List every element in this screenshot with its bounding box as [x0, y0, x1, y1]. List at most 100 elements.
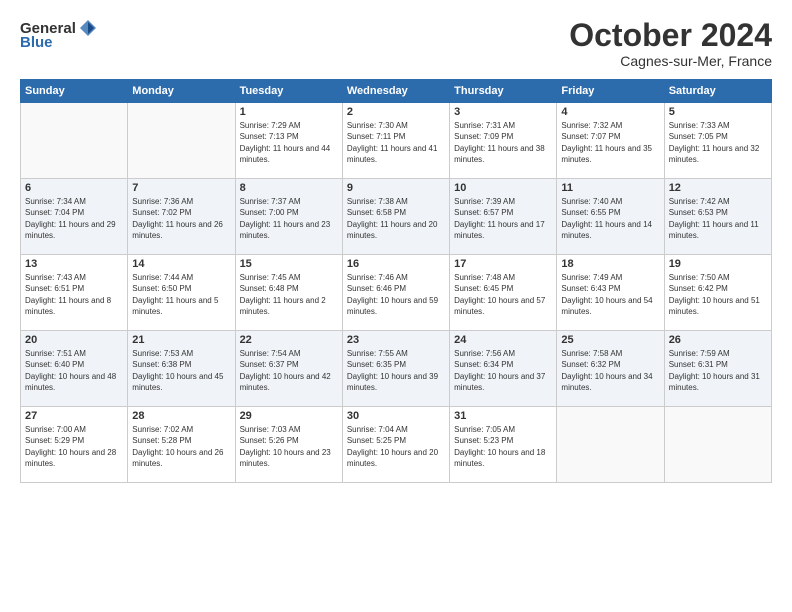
cell-content: Sunrise: 7:50 AMSunset: 6:42 PMDaylight:… — [669, 272, 767, 317]
day-number: 19 — [669, 258, 767, 270]
day-number: 29 — [240, 410, 338, 422]
calendar-cell: 17 Sunrise: 7:48 AMSunset: 6:45 PMDayligh… — [450, 255, 557, 331]
cell-content: Sunrise: 7:45 AMSunset: 6:48 PMDaylight:… — [240, 272, 338, 317]
day-number: 13 — [25, 258, 123, 270]
cell-content: Sunrise: 7:05 AMSunset: 5:23 PMDaylight:… — [454, 424, 552, 469]
calendar-cell: 24 Sunrise: 7:56 AMSunset: 6:34 PMDayligh… — [450, 331, 557, 407]
calendar-cell: 27 Sunrise: 7:00 AMSunset: 5:29 PMDayligh… — [21, 407, 128, 483]
cell-content: Sunrise: 7:31 AMSunset: 7:09 PMDaylight:… — [454, 120, 552, 165]
weekday-header-thursday: Thursday — [450, 80, 557, 103]
calendar-cell: 18Sunrise: 7:49 AMSunset: 6:43 PMDayligh… — [557, 255, 664, 331]
calendar-cell: 22 Sunrise: 7:54 AMSunset: 6:37 PMDayligh… — [235, 331, 342, 407]
cell-content: Sunrise: 7:48 AMSunset: 6:45 PMDaylight:… — [454, 272, 552, 317]
cell-content: Sunrise: 7:42 AMSunset: 6:53 PMDaylight:… — [669, 196, 767, 241]
calendar-cell — [21, 103, 128, 179]
calendar-cell: 13 Sunrise: 7:43 AMSunset: 6:51 PMDayligh… — [21, 255, 128, 331]
calendar-cell: 14Sunrise: 7:44 AMSunset: 6:50 PMDayligh… — [128, 255, 235, 331]
week-row-1: 1 Sunrise: 7:29 AMSunset: 7:13 PMDaylight… — [21, 103, 772, 179]
calendar-cell: 25 Sunrise: 7:58 AMSunset: 6:32 PMDayligh… — [557, 331, 664, 407]
calendar-cell: 16Sunrise: 7:46 AMSunset: 6:46 PMDayligh… — [342, 255, 449, 331]
day-number: 12 — [669, 182, 767, 194]
weekday-header-wednesday: Wednesday — [342, 80, 449, 103]
day-number: 26 — [669, 334, 767, 346]
day-number: 1 — [240, 106, 338, 118]
day-number: 10 — [454, 182, 552, 194]
calendar-table: SundayMondayTuesdayWednesdayThursdayFrid… — [20, 79, 772, 483]
cell-content: Sunrise: 7:44 AMSunset: 6:50 PMDaylight:… — [132, 272, 230, 317]
day-number: 5 — [669, 106, 767, 118]
logo: General Blue — [20, 18, 98, 51]
cell-content: Sunrise: 7:36 AMSunset: 7:02 PMDaylight:… — [132, 196, 230, 241]
cell-content: Sunrise: 7:49 AMSunset: 6:43 PMDaylight:… — [561, 272, 659, 317]
calendar-cell: 4Sunrise: 7:32 AMSunset: 7:07 PMDaylight… — [557, 103, 664, 179]
cell-content: Sunrise: 7:29 AMSunset: 7:13 PMDaylight:… — [240, 120, 338, 165]
calendar-cell: 12 Sunrise: 7:42 AMSunset: 6:53 PMDayligh… — [664, 179, 771, 255]
day-number: 7 — [132, 182, 230, 194]
cell-content: Sunrise: 7:51 AMSunset: 6:40 PMDaylight:… — [25, 348, 123, 393]
week-row-3: 13 Sunrise: 7:43 AMSunset: 6:51 PMDayligh… — [21, 255, 772, 331]
day-number: 3 — [454, 106, 552, 118]
cell-content: Sunrise: 7:58 AMSunset: 6:32 PMDaylight:… — [561, 348, 659, 393]
cell-content: Sunrise: 7:32 AMSunset: 7:07 PMDaylight:… — [561, 120, 659, 165]
day-number: 22 — [240, 334, 338, 346]
calendar-cell — [128, 103, 235, 179]
calendar-cell: 21 Sunrise: 7:53 AMSunset: 6:38 PMDayligh… — [128, 331, 235, 407]
calendar-cell: 2 Sunrise: 7:30 AMSunset: 7:11 PMDaylight… — [342, 103, 449, 179]
weekday-header-monday: Monday — [128, 80, 235, 103]
calendar-subtitle: Cagnes-sur-Mer, France — [569, 53, 772, 69]
cell-content: Sunrise: 7:34 AMSunset: 7:04 PMDaylight:… — [25, 196, 123, 241]
day-number: 8 — [240, 182, 338, 194]
calendar-cell: 19 Sunrise: 7:50 AMSunset: 6:42 PMDayligh… — [664, 255, 771, 331]
day-number: 11 — [561, 182, 659, 194]
calendar-cell: 20Sunrise: 7:51 AMSunset: 6:40 PMDayligh… — [21, 331, 128, 407]
calendar-cell: 9Sunrise: 7:38 AMSunset: 6:58 PMDaylight… — [342, 179, 449, 255]
calendar-cell: 5 Sunrise: 7:33 AMSunset: 7:05 PMDaylight… — [664, 103, 771, 179]
day-number: 17 — [454, 258, 552, 270]
calendar-cell: 15 Sunrise: 7:45 AMSunset: 6:48 PMDayligh… — [235, 255, 342, 331]
calendar-cell: 11 Sunrise: 7:40 AMSunset: 6:55 PMDayligh… — [557, 179, 664, 255]
weekday-header-row: SundayMondayTuesdayWednesdayThursdayFrid… — [21, 80, 772, 103]
calendar-cell: 29 Sunrise: 7:03 AMSunset: 5:26 PMDayligh… — [235, 407, 342, 483]
day-number: 2 — [347, 106, 445, 118]
cell-content: Sunrise: 7:46 AMSunset: 6:46 PMDaylight:… — [347, 272, 445, 317]
cell-content: Sunrise: 7:39 AMSunset: 6:57 PMDaylight:… — [454, 196, 552, 241]
weekday-header-tuesday: Tuesday — [235, 80, 342, 103]
cell-content: Sunrise: 7:38 AMSunset: 6:58 PMDaylight:… — [347, 196, 445, 241]
calendar-cell: 6 Sunrise: 7:34 AMSunset: 7:04 PMDaylight… — [21, 179, 128, 255]
calendar-cell: 23 Sunrise: 7:55 AMSunset: 6:35 PMDayligh… — [342, 331, 449, 407]
cell-content: Sunrise: 7:43 AMSunset: 6:51 PMDaylight:… — [25, 272, 123, 317]
day-number: 24 — [454, 334, 552, 346]
cell-content: Sunrise: 7:02 AMSunset: 5:28 PMDaylight:… — [132, 424, 230, 469]
cell-content: Sunrise: 7:56 AMSunset: 6:34 PMDaylight:… — [454, 348, 552, 393]
cell-content: Sunrise: 7:54 AMSunset: 6:37 PMDaylight:… — [240, 348, 338, 393]
day-number: 27 — [25, 410, 123, 422]
week-row-2: 6 Sunrise: 7:34 AMSunset: 7:04 PMDaylight… — [21, 179, 772, 255]
day-number: 25 — [561, 334, 659, 346]
calendar-cell — [557, 407, 664, 483]
calendar-page: General Blue October 2024 Cagnes-sur-Mer… — [0, 0, 792, 612]
cell-content: Sunrise: 7:30 AMSunset: 7:11 PMDaylight:… — [347, 120, 445, 165]
cell-content: Sunrise: 7:03 AMSunset: 5:26 PMDaylight:… — [240, 424, 338, 469]
day-number: 6 — [25, 182, 123, 194]
calendar-cell: 7 Sunrise: 7:36 AMSunset: 7:02 PMDaylight… — [128, 179, 235, 255]
header: General Blue October 2024 Cagnes-sur-Mer… — [20, 18, 772, 69]
cell-content: Sunrise: 7:37 AMSunset: 7:00 PMDaylight:… — [240, 196, 338, 241]
weekday-header-saturday: Saturday — [664, 80, 771, 103]
calendar-cell: 1 Sunrise: 7:29 AMSunset: 7:13 PMDaylight… — [235, 103, 342, 179]
calendar-cell: 10 Sunrise: 7:39 AMSunset: 6:57 PMDayligh… — [450, 179, 557, 255]
cell-content: Sunrise: 7:53 AMSunset: 6:38 PMDaylight:… — [132, 348, 230, 393]
day-number: 21 — [132, 334, 230, 346]
cell-content: Sunrise: 7:33 AMSunset: 7:05 PMDaylight:… — [669, 120, 767, 165]
day-number: 15 — [240, 258, 338, 270]
cell-content: Sunrise: 7:04 AMSunset: 5:25 PMDaylight:… — [347, 424, 445, 469]
cell-content: Sunrise: 7:00 AMSunset: 5:29 PMDaylight:… — [25, 424, 123, 469]
calendar-cell: 26 Sunrise: 7:59 AMSunset: 6:31 PMDayligh… — [664, 331, 771, 407]
calendar-cell — [664, 407, 771, 483]
calendar-cell: 8 Sunrise: 7:37 AMSunset: 7:00 PMDaylight… — [235, 179, 342, 255]
cell-content: Sunrise: 7:40 AMSunset: 6:55 PMDaylight:… — [561, 196, 659, 241]
cell-content: Sunrise: 7:55 AMSunset: 6:35 PMDaylight:… — [347, 348, 445, 393]
cell-content: Sunrise: 7:59 AMSunset: 6:31 PMDaylight:… — [669, 348, 767, 393]
day-number: 23 — [347, 334, 445, 346]
weekday-header-friday: Friday — [557, 80, 664, 103]
logo-icon — [78, 18, 98, 38]
